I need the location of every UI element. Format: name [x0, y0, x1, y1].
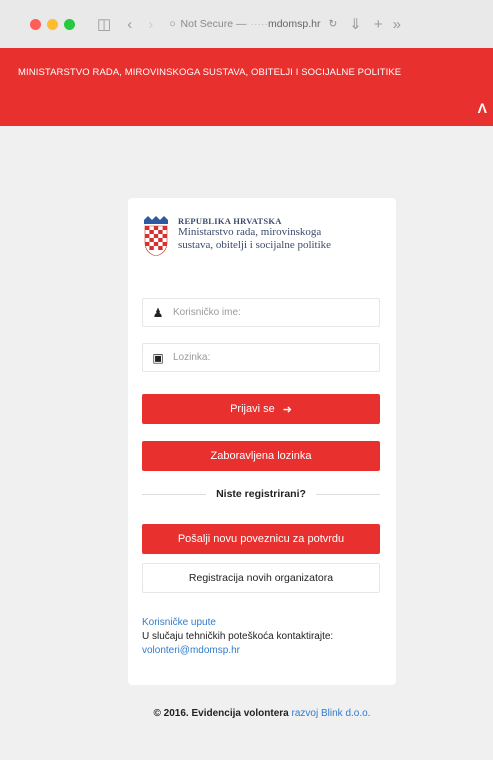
help-section: Korisničke upute U slučaju tehničkih pot…	[142, 616, 382, 658]
forgot-password-button[interactable]: Zaboravljena lozinka	[142, 441, 380, 471]
forgot-password-label: Zaboravljena lozinka	[210, 450, 312, 462]
contact-text: U slučaju tehničkih poteškoća kontaktira…	[142, 631, 334, 642]
forward-icon[interactable]: ›	[148, 16, 153, 33]
security-icon: ○	[169, 18, 176, 30]
not-registered-divider: Niste registrirani?	[142, 485, 380, 503]
ministry-logo: REPUBLIKA HRVATSKA Ministarstvo rada, mi…	[142, 216, 382, 256]
lock-icon: ▣	[152, 350, 164, 365]
user-icon: ♟	[152, 305, 164, 320]
page-footer: © 2016. Evidencija volontera razvoj Blin…	[128, 708, 396, 719]
resend-link-label: Pošalji novu poveznicu za potvrdu	[177, 533, 345, 545]
sidebar-icon[interactable]: ◫	[97, 15, 111, 33]
browser-toolbar: ◫ ‹ › ○ Not Secure — ····· mdomsp.hr ↻ ⇓…	[0, 0, 493, 48]
resend-link-button[interactable]: Pošalji novu poveznicu za potvrdu	[142, 524, 380, 554]
developer-link[interactable]: razvoj Blink d.o.o.	[292, 708, 371, 719]
divider-line-left	[142, 493, 207, 495]
support-email-link[interactable]: volonteri@mdomsp.hr	[142, 645, 240, 656]
login-button[interactable]: Prijavi se ➜	[142, 394, 380, 424]
more-tabs-icon[interactable]: »	[393, 16, 401, 33]
logo-country: REPUBLIKA HRVATSKA	[178, 216, 282, 226]
back-icon[interactable]: ‹	[127, 16, 132, 33]
download-icon[interactable]: ⇓	[349, 15, 362, 33]
address-prefix: Not Secure —	[180, 18, 247, 30]
chevron-up-icon[interactable]: Λ	[478, 100, 487, 116]
register-organizer-label: Registracija novih organizatora	[188, 572, 334, 584]
user-guide-link[interactable]: Korisničke upute	[142, 617, 216, 628]
address-bar[interactable]: ○ Not Secure — ····· mdomsp.hr ↻	[169, 18, 337, 30]
sign-in-arrow-icon: ➜	[282, 403, 292, 416]
new-tab-icon[interactable]: +	[374, 16, 383, 33]
password-field[interactable]: ▣	[142, 343, 380, 372]
register-organizer-button[interactable]: Registracija novih organizatora	[142, 563, 380, 593]
coat-of-arms-icon	[144, 216, 168, 256]
divider-line-right	[315, 493, 380, 495]
address-host: mdomsp.hr	[267, 18, 321, 30]
ministry-title: MINISTARSTVO RADA, MIROVINSKOGA SUSTAVA,…	[18, 67, 402, 78]
site-header: MINISTARSTVO RADA, MIROVINSKOGA SUSTAVA,…	[0, 48, 493, 126]
window-maximize-button[interactable]	[64, 18, 75, 30]
username-input[interactable]	[173, 307, 373, 318]
not-registered-label: Niste registrirani?	[216, 488, 306, 500]
address-host-blurred: ·····	[250, 18, 268, 30]
logo-ministry-line1: Ministarstvo rada, mirovinskoga	[178, 226, 322, 238]
login-card: REPUBLIKA HRVATSKA Ministarstvo rada, mi…	[128, 198, 396, 685]
login-button-label: Prijavi se	[230, 403, 275, 415]
reload-icon[interactable]: ↻	[328, 18, 337, 30]
username-field[interactable]: ♟	[142, 298, 380, 327]
copyright-text: © 2016. Evidencija volontera	[153, 708, 289, 719]
logo-ministry-line2: sustava, obitelji i socijalne politike	[178, 239, 332, 251]
window-minimize-button[interactable]	[47, 18, 58, 30]
password-input[interactable]	[173, 352, 373, 363]
window-close-button[interactable]	[30, 18, 41, 30]
